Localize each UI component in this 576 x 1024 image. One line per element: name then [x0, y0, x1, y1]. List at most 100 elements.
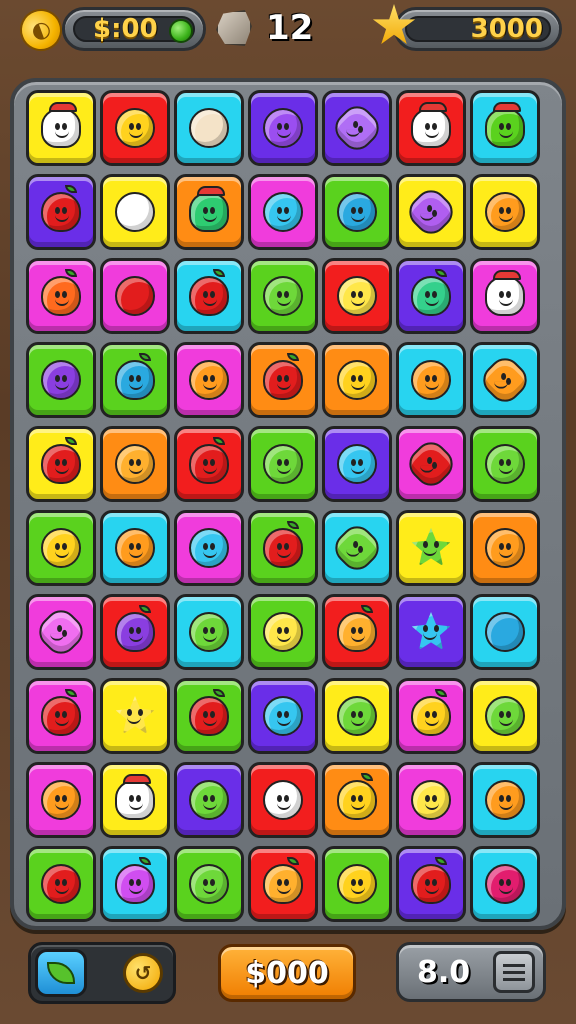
fruit-piece-icon [115, 353, 155, 400]
board-tile-1-4[interactable] [322, 174, 392, 250]
star-piece-icon [115, 696, 155, 734]
board-tile-9-2[interactable] [174, 846, 244, 922]
board-tile-0-0[interactable] [26, 90, 96, 166]
board-tile-2-6[interactable] [470, 258, 540, 334]
board-tile-8-3[interactable] [248, 762, 318, 838]
board-tile-5-2[interactable] [174, 510, 244, 586]
board-tile-7-0[interactable] [26, 678, 96, 754]
char-piece-icon [485, 102, 525, 148]
board-tile-3-6[interactable] [470, 342, 540, 418]
board-tile-6-0[interactable] [26, 594, 96, 670]
bottom-hud: ↺ $000 8.0 [0, 936, 576, 1024]
board-tile-5-0[interactable] [26, 510, 96, 586]
board-tile-5-3[interactable] [248, 510, 318, 586]
board-tile-9-5[interactable] [396, 846, 466, 922]
flower-piece-icon [32, 603, 90, 661]
board-tile-6-2[interactable] [174, 594, 244, 670]
board-tile-3-3[interactable] [248, 342, 318, 418]
fruit-piece-icon [263, 353, 303, 400]
board-tile-9-6[interactable] [470, 846, 540, 922]
board-tile-9-4[interactable] [322, 846, 392, 922]
board-tile-0-2[interactable] [174, 90, 244, 166]
face-piece-icon [115, 444, 155, 484]
board-tile-7-2[interactable] [174, 678, 244, 754]
board-tile-7-1[interactable] [100, 678, 170, 754]
board-tile-0-1[interactable] [100, 90, 170, 166]
board-tile-6-4[interactable] [322, 594, 392, 670]
board-tile-2-0[interactable] [26, 258, 96, 334]
face-piece-icon [115, 528, 155, 568]
plain-piece-icon [115, 276, 155, 316]
board-tile-7-5[interactable] [396, 678, 466, 754]
board-tile-4-4[interactable] [322, 426, 392, 502]
face-piece-icon [485, 780, 525, 820]
board-tile-0-3[interactable] [248, 90, 318, 166]
fruit-piece-icon [41, 437, 81, 484]
board-tile-6-6[interactable] [470, 594, 540, 670]
char-piece-icon [115, 774, 155, 820]
face-piece-icon [189, 612, 229, 652]
board-tile-8-1[interactable] [100, 762, 170, 838]
board-tile-2-1[interactable] [100, 258, 170, 334]
board-tile-6-3[interactable] [248, 594, 318, 670]
board-tile-9-0[interactable] [26, 846, 96, 922]
menu-button[interactable] [493, 951, 535, 993]
board-tile-8-2[interactable] [174, 762, 244, 838]
board-tile-3-0[interactable] [26, 342, 96, 418]
board-tile-0-5[interactable] [396, 90, 466, 166]
board-tile-1-2[interactable] [174, 174, 244, 250]
leaf-booster-button[interactable] [35, 949, 87, 997]
board-tile-6-1[interactable] [100, 594, 170, 670]
board-tile-7-6[interactable] [470, 678, 540, 754]
board-tile-4-6[interactable] [470, 426, 540, 502]
board-tile-5-4[interactable] [322, 510, 392, 586]
board-tile-5-5[interactable] [396, 510, 466, 586]
board-tile-4-3[interactable] [248, 426, 318, 502]
fruit-piece-icon [411, 857, 451, 904]
board-tile-6-5[interactable] [396, 594, 466, 670]
flower-piece-icon [328, 519, 386, 577]
board-tile-4-0[interactable] [26, 426, 96, 502]
board-tile-8-5[interactable] [396, 762, 466, 838]
level-value: 8.0 [417, 954, 471, 990]
face-piece-icon [337, 192, 377, 232]
fruit-piece-icon [263, 521, 303, 568]
board-tile-8-0[interactable] [26, 762, 96, 838]
board-tile-9-1[interactable] [100, 846, 170, 922]
board-tile-4-2[interactable] [174, 426, 244, 502]
fruit-piece-icon [115, 857, 155, 904]
board-tile-8-4[interactable] [322, 762, 392, 838]
board-tile-3-1[interactable] [100, 342, 170, 418]
clock-booster-button[interactable]: ↺ [123, 953, 163, 993]
board-tile-9-3[interactable] [248, 846, 318, 922]
board-tile-3-5[interactable] [396, 342, 466, 418]
coin-icon: ◐ [14, 3, 68, 57]
board-tile-4-5[interactable] [396, 426, 466, 502]
shop-button[interactable]: $000 [218, 944, 356, 1002]
coins-value: $:00 [93, 14, 158, 44]
board-tile-7-3[interactable] [248, 678, 318, 754]
board-tile-0-4[interactable] [322, 90, 392, 166]
board-tile-2-2[interactable] [174, 258, 244, 334]
face-piece-icon [337, 696, 377, 736]
board-tile-3-2[interactable] [174, 342, 244, 418]
face-piece-icon [337, 864, 377, 904]
board-tile-5-6[interactable] [470, 510, 540, 586]
board-tile-1-1[interactable] [100, 174, 170, 250]
board-tile-3-4[interactable] [322, 342, 392, 418]
board-tile-0-6[interactable] [470, 90, 540, 166]
board-tile-5-1[interactable] [100, 510, 170, 586]
face-piece-icon [41, 780, 81, 820]
board-tile-8-6[interactable] [470, 762, 540, 838]
board-tile-2-3[interactable] [248, 258, 318, 334]
board-tile-4-1[interactable] [100, 426, 170, 502]
board-tile-1-5[interactable] [396, 174, 466, 250]
leaf-icon [47, 962, 75, 984]
coins-counter[interactable]: $:00 [62, 7, 206, 51]
board-tile-1-6[interactable] [470, 174, 540, 250]
board-tile-2-4[interactable] [322, 258, 392, 334]
board-tile-2-5[interactable] [396, 258, 466, 334]
board-tile-1-0[interactable] [26, 174, 96, 250]
board-tile-7-4[interactable] [322, 678, 392, 754]
board-tile-1-3[interactable] [248, 174, 318, 250]
